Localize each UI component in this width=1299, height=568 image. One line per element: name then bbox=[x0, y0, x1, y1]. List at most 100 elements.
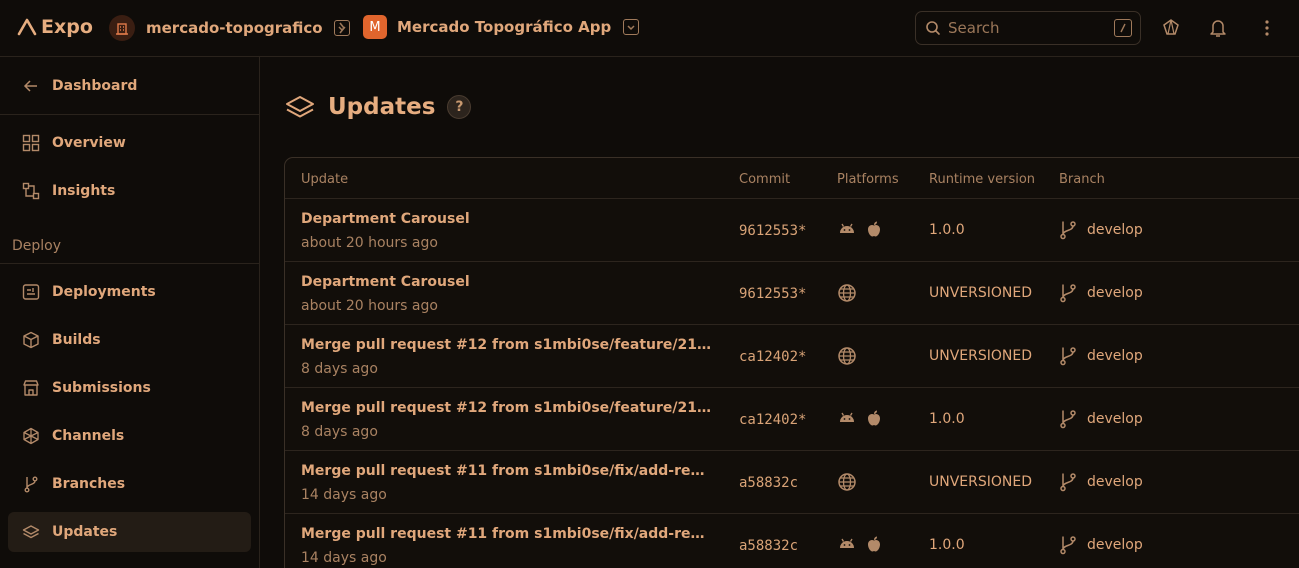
table-row[interactable]: Department Carousel about 20 hours ago 961… bbox=[285, 199, 1299, 262]
expo-logo-icon bbox=[17, 18, 37, 36]
web-icon bbox=[837, 346, 857, 366]
top-bar: Expo mercado-topografico M Mercado Topog… bbox=[0, 0, 1299, 57]
update-time: 14 days ago bbox=[301, 487, 387, 503]
branch-icon bbox=[1059, 535, 1077, 555]
table-header: Update Commit Platforms Runtime version … bbox=[285, 158, 1299, 199]
search-icon bbox=[926, 21, 940, 35]
commit-hash[interactable]: ca12402* bbox=[739, 349, 806, 365]
branch-link[interactable]: develop bbox=[1059, 472, 1143, 492]
runtime-version: UNVERSIONED bbox=[929, 474, 1033, 490]
branch-name: develop bbox=[1087, 474, 1143, 490]
update-time: about 20 hours ago bbox=[301, 298, 438, 314]
runtime-version: UNVERSIONED bbox=[929, 285, 1033, 301]
page-header: Updates ? bbox=[285, 94, 472, 120]
sidebar-item-overview[interactable]: Overview bbox=[8, 123, 251, 163]
table-row[interactable]: Merge pull request #12 from s1mbi0se/fea… bbox=[285, 388, 1299, 451]
search-shortcut-key bbox=[1114, 19, 1132, 37]
branch-name: develop bbox=[1087, 537, 1143, 553]
column-header-commit: Commit bbox=[739, 172, 791, 187]
insights-icon bbox=[20, 180, 42, 202]
update-title[interactable]: Department Carousel bbox=[301, 211, 711, 227]
logo-text: Expo bbox=[41, 16, 93, 38]
branch-icon bbox=[1059, 346, 1077, 366]
commit-hash[interactable]: a58832c bbox=[739, 475, 798, 491]
sidebar-item-label: Insights bbox=[52, 183, 116, 199]
update-time: 14 days ago bbox=[301, 550, 387, 566]
sidebar-section-deploy: Deploy bbox=[12, 238, 62, 254]
update-title[interactable]: Merge pull request #12 from s1mbi0se/fea… bbox=[301, 400, 711, 416]
branch-icon bbox=[20, 473, 42, 495]
help-button[interactable]: ? bbox=[447, 95, 472, 119]
update-title[interactable]: Merge pull request #11 from s1mbi0se/fix… bbox=[301, 526, 711, 542]
branch-link[interactable]: develop bbox=[1059, 409, 1143, 429]
sidebar-item-insights[interactable]: Insights bbox=[8, 171, 251, 211]
table-row[interactable]: Merge pull request #12 from s1mbi0se/fea… bbox=[285, 325, 1299, 388]
sidebar-item-deployments[interactable]: Deployments bbox=[8, 272, 251, 312]
sidebar: Dashboard Overview Insights Deploy Deplo… bbox=[0, 57, 260, 568]
branch-link[interactable]: develop bbox=[1059, 220, 1143, 240]
table-row[interactable]: Merge pull request #11 from s1mbi0se/fix… bbox=[285, 514, 1299, 568]
sidebar-item-label: Submissions bbox=[52, 380, 151, 396]
branch-name: develop bbox=[1087, 348, 1143, 364]
search-box[interactable] bbox=[915, 11, 1141, 45]
project-avatar: M bbox=[363, 15, 387, 39]
project-chevron-down-icon[interactable] bbox=[623, 19, 640, 35]
branch-icon bbox=[1059, 220, 1077, 240]
update-title[interactable]: Merge pull request #11 from s1mbi0se/fix… bbox=[301, 463, 711, 479]
sidebar-item-updates[interactable]: Updates bbox=[8, 512, 251, 552]
platform-icons bbox=[837, 535, 883, 553]
web-icon bbox=[837, 283, 857, 303]
update-time: 8 days ago bbox=[301, 361, 378, 377]
branch-icon bbox=[1059, 409, 1077, 429]
sidebar-item-label: Overview bbox=[52, 135, 126, 151]
sidebar-item-label: Channels bbox=[52, 428, 125, 444]
breadcrumb-chevron-right-icon bbox=[337, 20, 347, 36]
bell-icon[interactable] bbox=[1209, 18, 1227, 38]
more-vertical-icon[interactable] bbox=[1264, 18, 1270, 38]
branch-link[interactable]: develop bbox=[1059, 535, 1143, 555]
expo-logo[interactable]: Expo bbox=[17, 16, 93, 38]
sidebar-item-branches[interactable]: Branches bbox=[8, 464, 251, 504]
update-title[interactable]: Department Carousel bbox=[301, 274, 711, 290]
platform-icons bbox=[837, 409, 883, 427]
account-name: mercado-topografico bbox=[146, 19, 323, 37]
platform-icons bbox=[837, 220, 883, 238]
account-avatar bbox=[109, 15, 135, 41]
sidebar-item-label: Dashboard bbox=[52, 78, 138, 94]
commit-hash[interactable]: ca12402* bbox=[739, 412, 806, 428]
branch-icon bbox=[1059, 472, 1077, 492]
sidebar-item-submissions[interactable]: Submissions bbox=[8, 368, 251, 408]
commit-hash[interactable]: a58832c bbox=[739, 538, 798, 554]
account-switcher[interactable]: mercado-topografico bbox=[109, 15, 350, 41]
sidebar-item-builds[interactable]: Builds bbox=[8, 320, 251, 360]
channels-icon bbox=[20, 425, 42, 447]
table-row[interactable]: Merge pull request #11 from s1mbi0se/fix… bbox=[285, 451, 1299, 514]
platform-icons bbox=[837, 283, 857, 303]
project-name: Mercado Topográfico App bbox=[397, 18, 612, 36]
branch-link[interactable]: develop bbox=[1059, 283, 1143, 303]
search-input[interactable] bbox=[948, 19, 1108, 37]
update-title[interactable]: Merge pull request #12 from s1mbi0se/fea… bbox=[301, 337, 711, 353]
platform-icons bbox=[837, 472, 857, 492]
deployments-icon bbox=[20, 281, 42, 303]
sidebar-item-label: Deployments bbox=[52, 284, 156, 300]
sidebar-item-label: Updates bbox=[52, 524, 118, 540]
runtime-version: UNVERSIONED bbox=[929, 348, 1033, 364]
apple-icon bbox=[865, 409, 883, 427]
android-icon bbox=[837, 535, 857, 553]
column-header-branch: Branch bbox=[1059, 172, 1105, 187]
branch-name: develop bbox=[1087, 285, 1143, 301]
commit-hash[interactable]: 9612553* bbox=[739, 286, 806, 302]
expo-go-icon[interactable] bbox=[1161, 17, 1181, 37]
building-icon bbox=[116, 23, 128, 35]
grid-icon bbox=[20, 132, 42, 154]
arrow-left-icon bbox=[20, 75, 42, 97]
column-header-update: Update bbox=[301, 172, 349, 187]
table-row[interactable]: Department Carousel about 20 hours ago 961… bbox=[285, 262, 1299, 325]
sidebar-item-dashboard[interactable]: Dashboard bbox=[8, 66, 251, 106]
layers-icon bbox=[286, 96, 314, 118]
project-switcher[interactable]: M Mercado Topográfico App bbox=[363, 15, 640, 39]
branch-link[interactable]: develop bbox=[1059, 346, 1143, 366]
commit-hash[interactable]: 9612553* bbox=[739, 223, 806, 239]
sidebar-item-channels[interactable]: Channels bbox=[8, 416, 251, 456]
